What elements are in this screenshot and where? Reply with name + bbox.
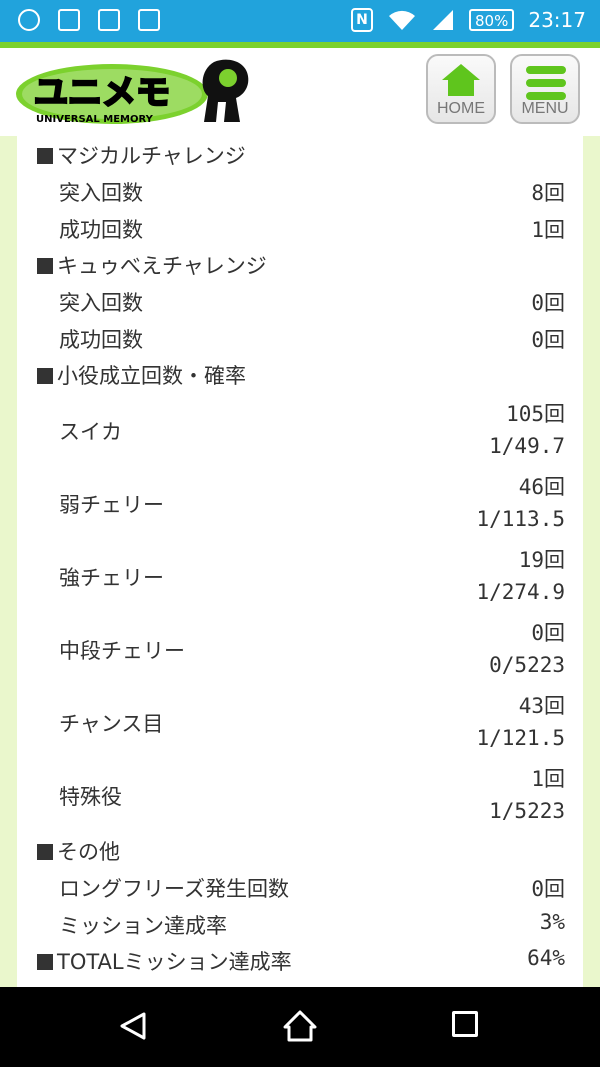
image-icon [58,9,80,31]
koyaku-label: 特殊役 [59,785,122,809]
stat-label: ロングフリーズ発生回数 [59,877,289,901]
bullet-square [37,844,53,860]
notification-icons [18,9,160,31]
koyaku-count: 19回 [518,548,565,572]
koyaku-label: スイカ [59,420,122,444]
home-icon [442,64,480,96]
bullet-square [37,368,53,384]
app-header: ユニメモ UNIVERSAL MEMORY HOME MENU [0,48,600,136]
nfc-icon: N [351,8,374,32]
signal-icon [431,9,455,31]
gmail-icon [138,9,160,31]
stat-label: 成功回数 [59,328,143,352]
koyaku-rate: 1/5223 [489,799,565,823]
stat-label: 突入回数 [59,181,143,205]
android-nav-bar [0,987,600,1067]
koyaku-rate: 1/113.5 [476,507,565,531]
svg-text:ユニメモ: ユニメモ [34,73,170,113]
home-label: HOME [437,100,485,117]
bullet-square [37,148,53,164]
koyaku-rate: 1/274.9 [476,580,565,604]
bullet-square [37,258,53,274]
section-title: キュゥべえチャレンジ [57,254,267,278]
menu-label: MENU [521,100,569,117]
stat-value: 1回 [531,218,565,242]
status-bar: N 80% 23:17 [0,0,600,42]
section-kyubey-challenge: キュゥべえチャレンジ [37,250,583,280]
koyaku-rate: 1/49.7 [489,434,565,458]
section-title: その他 [57,840,120,864]
koyaku-count: 46回 [518,475,565,499]
koyaku-label: 強チェリー [59,566,164,590]
stat-value: 8回 [531,181,565,205]
section-other: その他 [37,836,583,866]
stat-value: 0回 [531,291,565,315]
calendar-icon [98,9,120,31]
section-title: マジカルチャレンジ [57,144,246,168]
stat-label: 成功回数 [59,218,143,242]
stat-value: 0回 [531,328,565,352]
wifi-icon [387,9,417,31]
koyaku-count: 0回 [531,621,565,645]
svg-text:UNIVERSAL MEMORY: UNIVERSAL MEMORY [36,114,154,125]
section-koyaku: 小役成立回数・確率 [37,360,583,390]
koyaku-label: 中段チェリー [59,639,185,663]
koyaku-label: チャンス目 [59,712,164,736]
stat-label: 突入回数 [59,291,143,315]
menu-button[interactable]: MENU [510,54,580,124]
koyaku-rate: 0/5223 [489,653,565,677]
status-right: N 80% 23:17 [351,8,586,32]
koyaku-count: 43回 [518,694,565,718]
total-label: TOTALミッション達成率 [57,950,292,974]
bullet-square [37,954,53,970]
battery-indicator: 80% [469,9,515,31]
koyaku-count: 1回 [531,767,565,791]
clock: 23:17 [528,8,586,32]
koyaku-count: 105回 [506,402,565,426]
koyaku-label: 弱チェリー [59,493,164,517]
unimemo-logo[interactable]: ユニメモ UNIVERSAL MEMORY [14,56,259,128]
home-button[interactable]: HOME [426,54,496,124]
section-title: 小役成立回数・確率 [57,364,246,388]
section-magical-challenge: マジカルチャレンジ [37,140,583,170]
home-nav-icon[interactable] [282,1009,318,1043]
stat-value: 0回 [531,877,565,901]
stat-value: 3% [539,910,565,934]
stats-panel: マジカルチャレンジ 突入回数 8回 成功回数 1回 キュゥべえチャレンジ 突入回数 0… [17,136,583,987]
total-value: 64% [527,946,565,970]
mail-icon [18,9,40,31]
koyaku-rate: 1/121.5 [476,726,565,750]
stat-label: ミッション達成率 [59,914,227,938]
recent-apps-icon[interactable] [452,1011,478,1037]
back-icon[interactable] [118,1011,148,1041]
total-mission-row: TOTALミッション達成率 [37,946,583,976]
